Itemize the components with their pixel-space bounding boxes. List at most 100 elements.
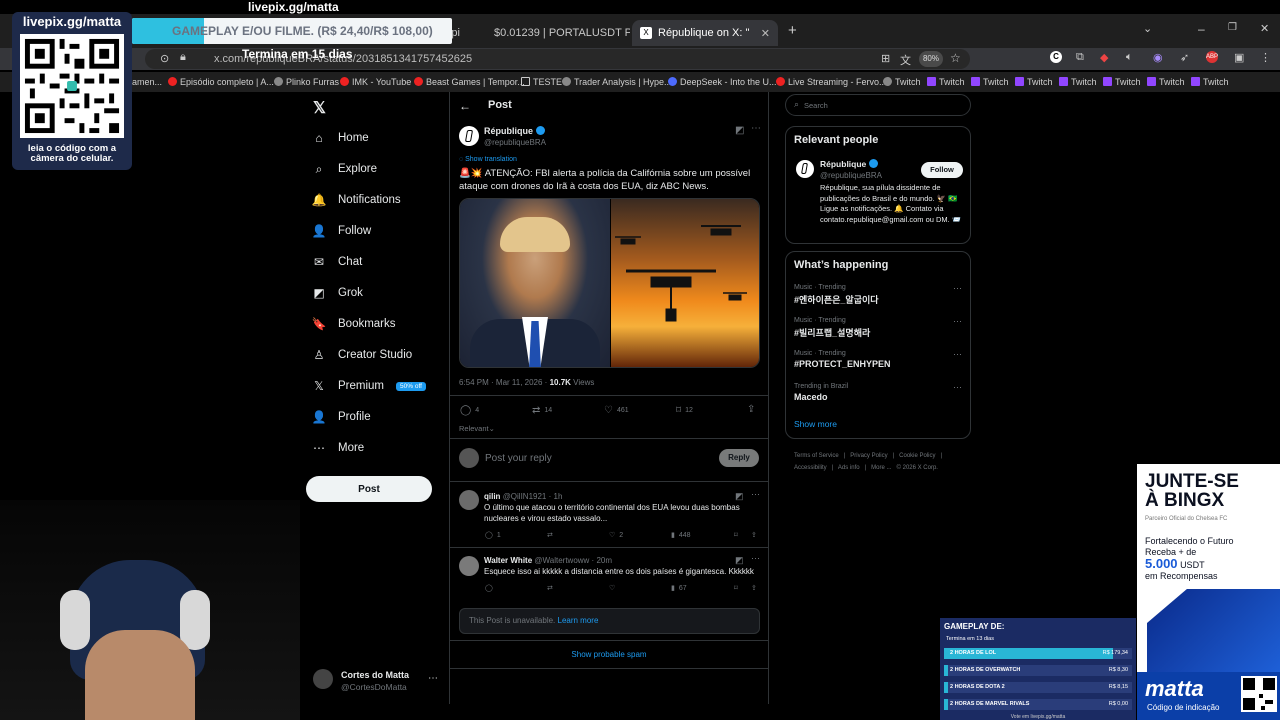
- bookmark-item[interactable]: Twitch: [971, 77, 1009, 87]
- bookmark-action[interactable]: ⌑ 12: [676, 405, 693, 416]
- extension-arrow-icon[interactable]: ➶: [1180, 51, 1189, 64]
- show-translation-link[interactable]: ◌ Show translation: [459, 156, 517, 163]
- author-avatar[interactable]: [459, 126, 479, 146]
- extension-off-icon[interactable]: ▣: [1234, 51, 1244, 64]
- bookmark-item[interactable]: IMK - YouTube: [340, 77, 411, 87]
- footer-link[interactable]: Ads info: [838, 465, 860, 471]
- like-action[interactable]: ♡ 2: [609, 531, 623, 540]
- x-logo-icon[interactable]: 𝕏: [313, 98, 326, 118]
- sidebar-item-chat[interactable]: ✉ Chat: [312, 250, 362, 274]
- person-avatar[interactable]: [796, 160, 814, 178]
- info-icon[interactable]: ⊙: [160, 52, 169, 65]
- share-action[interactable]: ⇪: [747, 404, 755, 415]
- show-spam-link[interactable]: Show probable spam: [449, 650, 769, 659]
- trend-item[interactable]: Music · Trending #엔하이픈은_알굽이다: [794, 284, 879, 306]
- footer-link[interactable]: Privacy Policy: [850, 453, 887, 459]
- bookmark-item[interactable]: Twitch: [1103, 77, 1141, 87]
- reply-author[interactable]: qilin: [484, 492, 500, 501]
- extension-purple-icon[interactable]: ◉: [1153, 51, 1163, 64]
- bookmark-item[interactable]: Twitch: [927, 77, 965, 87]
- grok-icon[interactable]: ◩: [735, 491, 744, 502]
- account-more-icon[interactable]: ⋯: [428, 673, 438, 684]
- new-tab-icon[interactable]: +: [788, 22, 797, 39]
- adblock-icon[interactable]: ABP: [1206, 51, 1218, 63]
- reply-button[interactable]: Reply: [719, 449, 759, 467]
- translate-icon[interactable]: 文: [900, 52, 911, 68]
- zoom-indicator[interactable]: 80%: [919, 51, 943, 67]
- footer-link[interactable]: Accessibility: [794, 465, 827, 471]
- trend-more-icon[interactable]: ⋯: [953, 382, 962, 393]
- star-bookmark-icon[interactable]: ☆: [950, 51, 961, 65]
- like-action[interactable]: ♡ 461: [604, 405, 629, 416]
- lock-icon[interactable]: 🔒︎: [180, 51, 186, 64]
- close-window-icon[interactable]: ✕: [1260, 22, 1269, 35]
- footer-link[interactable]: Cookie Policy: [899, 453, 935, 459]
- person-handle[interactable]: @republiqueBRA: [820, 171, 882, 180]
- sidebar-item-profile[interactable]: 👤 Profile: [312, 405, 371, 429]
- trend-more-icon[interactable]: ⋯: [953, 349, 962, 360]
- sidebar-item-follow[interactable]: 👤 Follow: [312, 219, 372, 243]
- reply-input[interactable]: Post your reply: [485, 453, 552, 464]
- follow-button[interactable]: Follow: [921, 162, 963, 178]
- browser-tab[interactable]: $0.01239 | PORTALUSDT Perpé✕: [480, 20, 630, 46]
- views-action[interactable]: ▮ 448: [671, 531, 691, 540]
- speaker-icon[interactable]: 🔈︎: [1126, 51, 1133, 64]
- trend-item[interactable]: Music · Trending #PROTECT_ENHYPEN: [794, 350, 891, 369]
- reply-action[interactable]: ◯ 1: [485, 531, 501, 540]
- reply-author[interactable]: Walter White: [484, 556, 532, 565]
- maximize-icon[interactable]: ❐: [1228, 22, 1237, 33]
- repost-action[interactable]: ⇄: [547, 531, 553, 539]
- bookmark-item[interactable]: Twitch: [1147, 77, 1185, 87]
- search-input[interactable]: ⌕ Search: [785, 94, 971, 116]
- bookmark-item[interactable]: Twitch: [1015, 77, 1053, 87]
- trend-item[interactable]: Trending in Brazil Macedo: [794, 383, 848, 402]
- extension-icon[interactable]: ⧉: [1076, 51, 1084, 64]
- bookmark-item[interactable]: Beast Games | Tempor...: [414, 77, 525, 87]
- learn-more-link[interactable]: Learn more: [558, 616, 599, 625]
- show-more-link[interactable]: Show more: [794, 419, 837, 429]
- reply-action[interactable]: ◯: [485, 584, 493, 592]
- post-more-icon[interactable]: ⋯: [751, 123, 761, 134]
- trend-more-icon[interactable]: ⋯: [953, 283, 962, 294]
- sidebar-item-home[interactable]: ⌂ Home: [312, 126, 368, 150]
- bookmark-item[interactable]: Twitch: [1059, 77, 1097, 87]
- author-handle[interactable]: @republiqueBRA: [484, 138, 546, 147]
- menu-dots-icon[interactable]: ⋮: [1260, 51, 1271, 64]
- bookmark-item[interactable]: amen...: [132, 77, 162, 87]
- tab-search-icon[interactable]: ⌄: [1143, 22, 1152, 35]
- like-action[interactable]: ♡: [609, 584, 615, 592]
- browser-tab-active[interactable]: X République on X: " ✕: [632, 20, 778, 46]
- sidebar-item-more[interactable]: ⋯ More: [312, 436, 364, 460]
- reply-more-icon[interactable]: ⋯: [751, 489, 760, 500]
- install-app-icon[interactable]: ⊞: [881, 52, 890, 65]
- minimize-icon[interactable]: –: [1198, 22, 1205, 36]
- sidebar-item-explore[interactable]: ⌕ Explore: [312, 157, 377, 181]
- post-media[interactable]: [459, 198, 760, 368]
- sidebar-item-bookmarks[interactable]: 🔖 Bookmarks: [312, 312, 396, 336]
- footer-link[interactable]: Terms of Service: [794, 453, 839, 459]
- repost-action[interactable]: ⇄ 14: [532, 405, 552, 416]
- account-handle[interactable]: @CortesDoMatta: [341, 682, 407, 692]
- trend-more-icon[interactable]: ⋯: [953, 316, 962, 327]
- share-action[interactable]: ⇪: [751, 584, 757, 592]
- sort-relevant-dropdown[interactable]: Relevant⌄: [459, 424, 495, 433]
- account-avatar[interactable]: [313, 669, 333, 689]
- bookmark-action[interactable]: ⌑: [734, 584, 738, 592]
- footer-link[interactable]: More ...: [871, 465, 891, 471]
- extension-badge-icon[interactable]: ◆: [1100, 51, 1108, 64]
- close-tab-icon[interactable]: ✕: [761, 27, 770, 40]
- reply-action[interactable]: ◯ 4: [460, 405, 479, 416]
- grok-icon[interactable]: ◩: [735, 555, 744, 566]
- bookmark-folder[interactable]: TESTE: [521, 77, 562, 87]
- photo-portrait[interactable]: [460, 199, 610, 367]
- photo-drones[interactable]: [611, 199, 759, 367]
- bookmark-item[interactable]: Plinko Furras: [274, 77, 339, 87]
- post-compose-button[interactable]: Post: [306, 476, 432, 502]
- bookmark-item[interactable]: DeepSeek - Into the U...: [668, 77, 777, 87]
- repost-action[interactable]: ⇄: [547, 584, 553, 592]
- person-name[interactable]: République: [820, 159, 878, 169]
- bookmark-item[interactable]: Episódio completo | A...: [168, 77, 274, 87]
- account-name[interactable]: Cortes do Matta: [341, 670, 409, 680]
- sidebar-item-notifications[interactable]: 🔔 Notifications: [312, 188, 401, 212]
- bookmark-item[interactable]: Twitch: [1191, 77, 1229, 87]
